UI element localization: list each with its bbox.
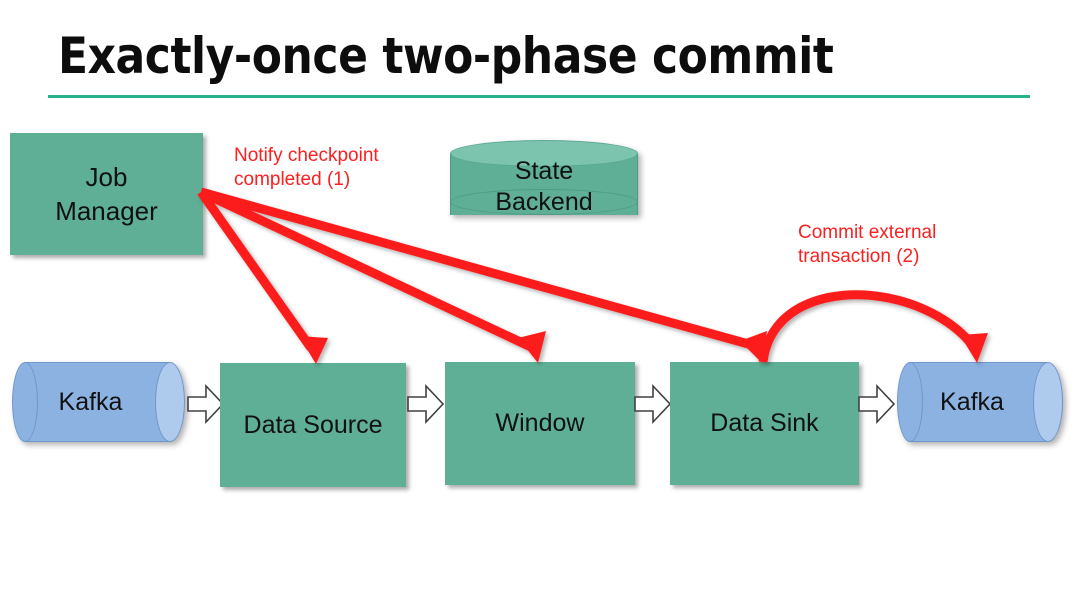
annotation-notify-line2: completed (1): [234, 169, 351, 190]
annotation-notify-line1: Notify checkpoint: [234, 145, 379, 166]
node-data-sink: Data Sink: [670, 362, 859, 485]
state-backend-label-line1: State: [514, 157, 574, 185]
annotation-commit-line1: Commit external: [798, 222, 937, 243]
node-kafka-sink: Kafka: [897, 362, 1063, 442]
state-backend-label-line2: Backend: [495, 188, 593, 216]
signal-arrow-jobmanager-to-datasource: [197, 189, 328, 364]
job-manager-label-line2: Manager: [55, 196, 158, 226]
node-data-source: Data Source: [220, 363, 406, 487]
annotation-notify-checkpoint: Notify checkpoint completed (1): [234, 144, 434, 192]
annotation-commit-line2: transaction (2): [798, 246, 920, 267]
flow-arrow-datasink-to-kafka-icon: [858, 383, 896, 425]
window-label: Window: [495, 409, 585, 437]
signal-arrow-datasink-to-kafka-curved: [758, 290, 988, 363]
annotation-commit-transaction: Commit external transaction (2): [798, 221, 1008, 269]
title-divider: [48, 95, 1030, 98]
page-title: Exactly-once two-phase commit: [58, 27, 834, 85]
node-state-backend: State Backend: [450, 140, 638, 228]
slide-canvas: Exactly-once two-phase commit Job Manage…: [0, 0, 1080, 605]
data-sink-label: Data Sink: [710, 409, 819, 437]
kafka-sink-label: Kafka: [940, 387, 1004, 416]
flow-arrow-datasource-to-window-icon: [407, 383, 445, 425]
signal-arrow-layer: [197, 187, 988, 364]
flow-arrow-window-to-datasink-icon: [634, 383, 672, 425]
job-manager-label-line1: Job: [85, 162, 128, 192]
kafka-source-label: Kafka: [58, 387, 123, 416]
node-job-manager: Job Manager: [10, 133, 203, 255]
node-kafka-source: Kafka: [12, 362, 185, 442]
data-source-label: Data Source: [243, 410, 383, 439]
state-backend-label: State Backend: [450, 156, 638, 218]
node-window: Window: [445, 362, 635, 485]
